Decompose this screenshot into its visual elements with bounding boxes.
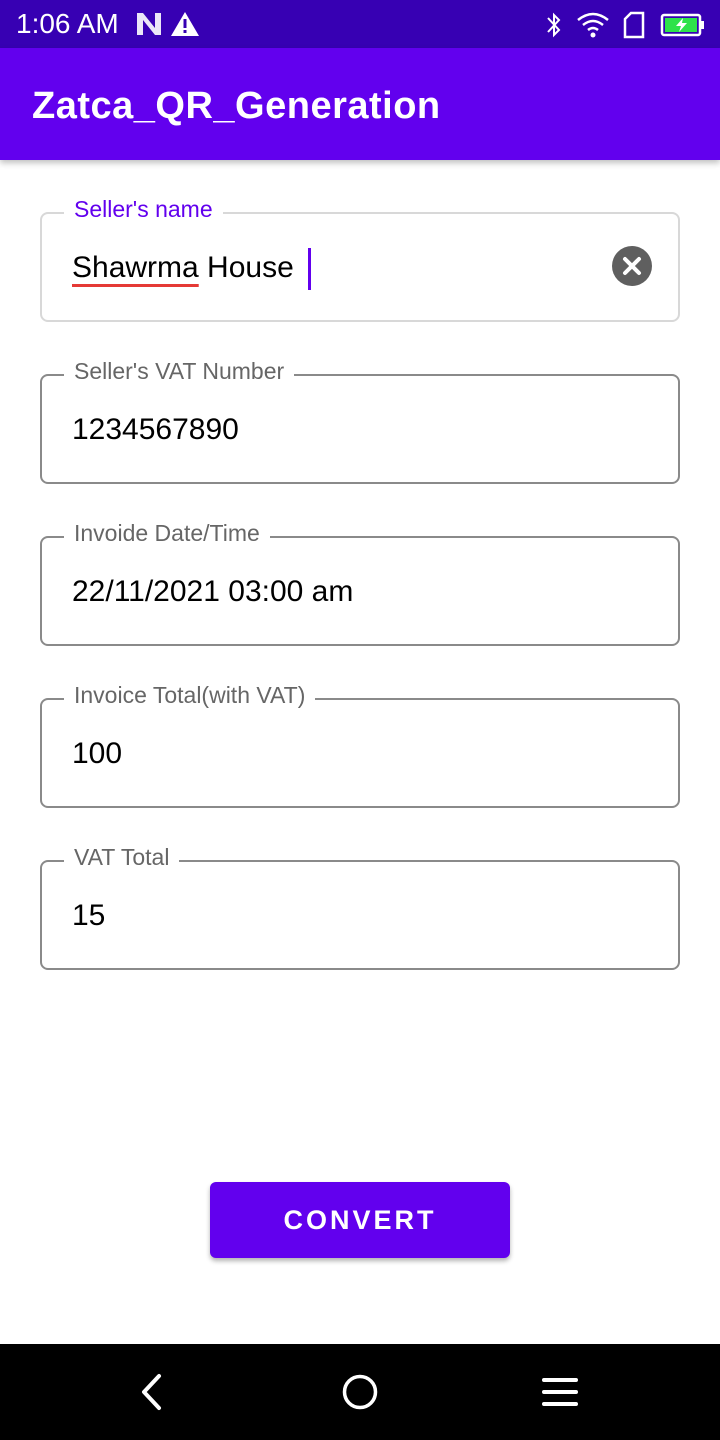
back-icon[interactable] [130, 1370, 174, 1414]
clear-text-button[interactable] [612, 246, 652, 286]
wifi-icon [577, 12, 609, 38]
warning-icon [171, 12, 199, 36]
sim-card-icon [623, 11, 645, 39]
status-time: 1:06 AM [16, 8, 119, 39]
vat-total-value[interactable]: 15 [72, 898, 105, 934]
vat-total-label: VAT Total [64, 842, 180, 872]
vat-total-field[interactable]: VAT Total 15 [40, 842, 680, 970]
seller-name-label: Seller's name [64, 194, 223, 224]
battery-charging-icon [660, 13, 704, 37]
convert-button[interactable]: CONVERT [210, 1182, 510, 1258]
invoice-date-field[interactable]: Invoide Date/Time 22/11/2021 03:00 am [40, 518, 680, 646]
status-bar: 1:06 AM [0, 0, 720, 48]
app-title: Zatca_QR_Generation [32, 85, 441, 127]
bluetooth-icon [547, 12, 561, 38]
seller-name-word-misspelled: Shawrma [72, 251, 199, 284]
text-cursor [308, 248, 311, 290]
invoice-total-field[interactable]: Invoice Total(with VAT) 100 [40, 680, 680, 808]
vat-number-label: Seller's VAT Number [64, 356, 295, 386]
clear-icon [623, 257, 641, 275]
invoice-date-label: Invoide Date/Time [64, 518, 270, 548]
vat-number-field[interactable]: Seller's VAT Number 1234567890 [40, 356, 680, 484]
seller-name-field[interactable]: Seller's name Shawrma House [40, 194, 680, 322]
navigation-bar [0, 1344, 720, 1440]
notification-n-icon [137, 13, 161, 35]
seller-name-word-rest: House [198, 251, 294, 284]
home-icon[interactable] [338, 1370, 382, 1414]
seller-name-value[interactable]: Shawrma House [72, 250, 294, 286]
invoice-total-value[interactable]: 100 [72, 736, 122, 772]
vat-number-value[interactable]: 1234567890 [72, 412, 239, 448]
invoice-total-label: Invoice Total(with VAT) [64, 680, 316, 710]
invoice-date-value[interactable]: 22/11/2021 03:00 am [72, 574, 353, 610]
app-bar: Zatca_QR_Generation [0, 48, 720, 160]
menu-icon[interactable] [538, 1370, 582, 1414]
